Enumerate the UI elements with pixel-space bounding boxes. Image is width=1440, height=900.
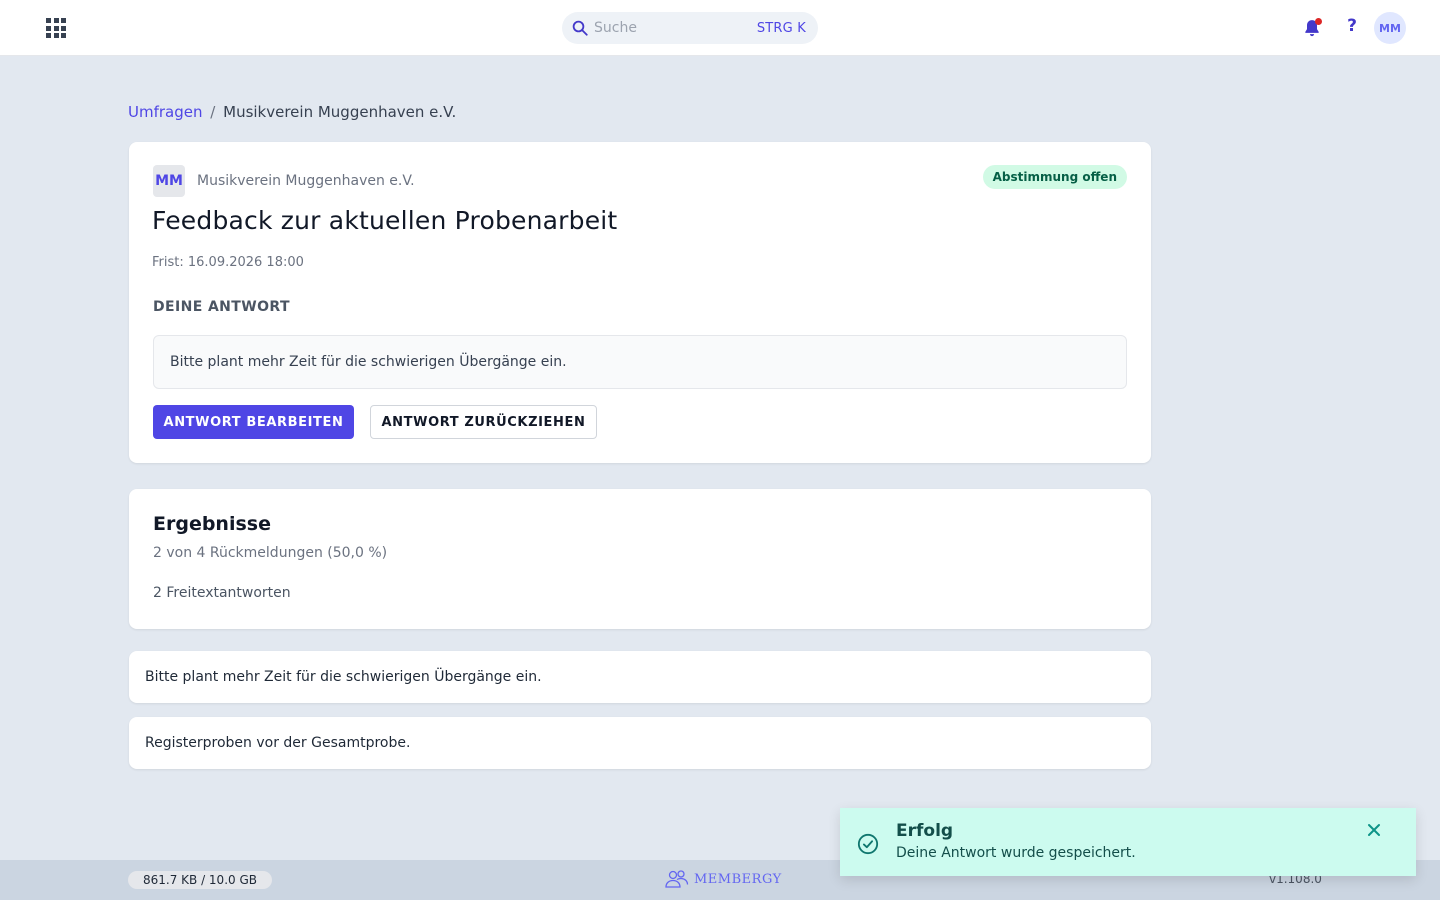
results-freetext-count: 2 Freitextantworten xyxy=(153,585,291,601)
survey-card: MM Musikverein Muggenhaven e.V. Abstimmu… xyxy=(129,142,1151,463)
search-input[interactable] xyxy=(594,20,757,36)
withdraw-answer-button[interactable]: ANTWORT ZURÜCKZIEHEN xyxy=(370,405,597,439)
edit-answer-button[interactable]: ANTWORT BEARBEITEN xyxy=(153,405,354,439)
notifications-button[interactable] xyxy=(1302,18,1322,38)
your-answer-heading: DEINE ANTWORT xyxy=(153,299,290,315)
brand-name: MEMBERGY xyxy=(694,871,782,887)
org-name: Musikverein Muggenhaven e.V. xyxy=(197,173,415,189)
success-toast: Erfolg Deine Antwort wurde gespeichert. xyxy=(840,808,1416,876)
your-answer-text: Bitte plant mehr Zeit für die schwierige… xyxy=(153,335,1127,389)
breadcrumb-separator: / xyxy=(210,103,216,121)
breadcrumb-current: Musikverein Muggenhaven e.V. xyxy=(223,103,457,121)
notification-dot xyxy=(1315,18,1322,25)
results-card: Ergebnisse 2 von 4 Rückmeldungen (50,0 %… xyxy=(129,489,1151,629)
breadcrumb-link-surveys[interactable]: Umfragen xyxy=(128,103,203,121)
search-bar[interactable]: STRG K xyxy=(562,12,818,44)
toast-title: Erfolg xyxy=(896,821,954,841)
check-circle-icon xyxy=(857,833,879,855)
survey-title: Feedback zur aktuellen Probenarbeit xyxy=(152,206,618,235)
results-response-stats: 2 von 4 Rückmeldungen (50,0 %) xyxy=(153,545,388,561)
org-avatar: MM xyxy=(153,165,185,197)
search-shortcut-hint: STRG K xyxy=(756,20,806,36)
top-bar: STRG K ? MM xyxy=(0,0,1440,56)
results-title: Ergebnisse xyxy=(153,513,271,535)
survey-deadline: Frist: 16.09.2026 18:00 xyxy=(152,255,304,270)
storage-usage: 861.7 KB / 10.0 GB xyxy=(128,871,272,889)
toast-message: Deine Antwort wurde gespeichert. xyxy=(896,845,1136,861)
brand-logo: MEMBERGY xyxy=(664,869,782,889)
breadcrumb: Umfragen / Musikverein Muggenhaven e.V. xyxy=(128,103,456,121)
search-icon xyxy=(572,20,588,36)
status-badge: Abstimmung offen xyxy=(982,165,1127,189)
freetext-answer-item: Registerproben vor der Gesamtprobe. xyxy=(129,717,1151,769)
close-icon[interactable] xyxy=(1366,822,1382,838)
org-row: MM Musikverein Muggenhaven e.V. xyxy=(153,165,415,197)
freetext-answer-item: Bitte plant mehr Zeit für die schwierige… xyxy=(129,651,1151,703)
people-logo-icon xyxy=(665,870,689,888)
apps-grid-icon[interactable] xyxy=(46,18,66,38)
help-button[interactable]: ? xyxy=(1342,16,1362,40)
user-avatar[interactable]: MM xyxy=(1374,12,1406,44)
